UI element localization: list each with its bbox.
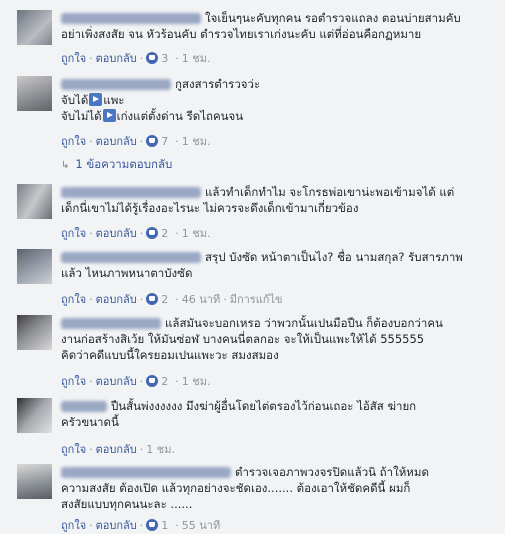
like-icon [146,135,159,147]
comment-actions: ถูกใจ · ตอบกลับ · 7 · 1 ชม. [61,135,211,148]
avatar[interactable] [17,10,52,45]
replies-count-label[interactable]: 1 ข้อความตอบกลับ [75,157,172,171]
comment-text: ตำรวจเจอภาพวงจรปิดแล้วนิ ถ้าให้หมด [235,465,429,479]
like-count[interactable]: 2 [161,375,168,388]
like-link[interactable]: ถูกใจ [61,227,86,240]
like-link[interactable]: ถูกใจ [61,135,86,148]
comment-text: แล้สมันจะบอกเหรอ ว่าพวกนั้นเปนมือปืน ก็ต… [165,316,443,330]
comment-text: แล้ว ไหนภาพหนาตาบังซัด [61,266,193,280]
avatar[interactable] [17,76,52,111]
comment-actions: ถูกใจ · ตอบกลับ · 1 ชม. [61,443,175,456]
like-link[interactable]: ถูกใจ [61,293,86,306]
like-link[interactable]: ถูกใจ [61,443,86,456]
view-replies-link[interactable]: ↳ 1 ข้อความตอบกลับ [61,156,172,174]
timestamp[interactable]: 1 ชม. [182,375,211,388]
reply-link[interactable]: ตอบกลับ [96,519,137,532]
avatar[interactable] [17,398,52,433]
timestamp[interactable]: 1 ชม. [182,52,211,65]
like-link[interactable]: ถูกใจ [61,375,86,388]
reply-arrow-icon: ↳ [61,160,70,171]
play-emoji-icon [102,109,116,122]
comment-text: แล้วทำเด็กทำไม จะโกรธพ่อเขาน่ะพอเข้ามจได… [205,185,455,199]
avatar[interactable] [17,249,52,284]
timestamp[interactable]: 46 นาที [182,293,220,306]
comment-author[interactable]: x [61,401,107,412]
comment-text: จับไม่ได้ เก่งแต่ตั้งด่าน รีดไถคนจน [61,109,244,123]
comment-text: กูสงสารตำรวจว่ะ [175,77,261,91]
comment-text: เด็กนี่เขาไม่ได้รู้เรื่องอะไรนะ ไม่ควรจะ… [61,201,359,215]
reply-link[interactable]: ตอบกลับ [96,375,137,388]
like-count[interactable]: 7 [161,135,168,148]
timestamp[interactable]: 1 ชม. [182,227,211,240]
like-count[interactable]: 1 [161,519,168,532]
like-link[interactable]: ถูกใจ [61,519,86,532]
edited-label[interactable]: มีการแก้ไข [230,293,283,306]
comment-author[interactable]: x [61,13,201,24]
comment-text: ใจเย็นๆนะคับทุกคน รอตำรวจแถลง ตอนบ่ายสาม… [205,11,461,25]
avatar[interactable] [17,315,52,350]
like-icon [146,519,159,531]
comment-text: อย่าเพิ่งสงสัย จน หัวร้อนคับ ตำรวจไทยเรา… [61,27,422,41]
avatar[interactable] [17,184,52,219]
reply-link[interactable]: ตอบกลับ [96,227,137,240]
like-icon [146,375,159,387]
like-count[interactable]: 2 [161,227,168,240]
comment-author[interactable]: x [61,79,171,90]
reply-link[interactable]: ตอบกลับ [96,293,137,306]
comment-text: สรุป บังซัด หน้าตาเป็นไง? ชื่อ นามสกุล? … [205,250,463,264]
like-link[interactable]: ถูกใจ [61,52,86,65]
comment-author[interactable]: x [61,252,201,263]
timestamp[interactable]: 55 นาที [182,519,220,532]
like-icon [146,227,159,239]
comment-actions: ถูกใจ · ตอบกลับ · 3 · 1 ชม. [61,52,211,65]
comment-actions: ถูกใจ · ตอบกลับ · 2 · 1 ชม. [61,375,211,388]
comment-actions: ถูกใจ · ตอบกลับ · 2 · 1 ชม. [61,227,211,240]
reply-link[interactable]: ตอบกลับ [96,135,137,148]
like-count[interactable]: 2 [161,293,168,306]
like-icon [146,293,159,305]
comment-actions: ถูกใจ · ตอบกลับ · 2 · 46 นาที · มีการแก้ไข [61,293,283,306]
comment-text: งานก่อสร้างสิเว้ย ให้มันซ่อฬ บางคนนี่ตลก… [61,332,425,346]
comment-text: สงสัยแบบทุกคนนะละ ...... [61,497,193,511]
comment-text: คิดว่าคดีแบบนี้ใครยอมเปนแพะวะ สมงสมอง [61,348,279,362]
comment-text: ความสงสัย ต้องเปิด แล้วทุกอย่างจะชัดเอง.… [61,481,411,495]
comment-text: ปืนสั้นพ่งงงงงง มึงฆ่าผู้อื่นโดยไต่ตรองไ… [111,399,417,413]
comment-author[interactable]: x [61,467,231,478]
comment-author[interactable]: x [61,187,201,198]
reply-link[interactable]: ตอบกลับ [96,443,137,456]
comment-text: ครัวขนาดนี้ [61,415,119,429]
timestamp[interactable]: 1 ชม. [182,135,211,148]
comment-text: จับได้ แพะ [61,93,125,107]
like-icon [146,52,159,64]
comment-actions: ถูกใจ · ตอบกลับ · 1 · 55 นาที [61,519,221,532]
like-count[interactable]: 3 [161,52,168,65]
play-emoji-icon [89,93,103,106]
timestamp[interactable]: 1 ชม. [146,443,175,456]
reply-link[interactable]: ตอบกลับ [96,52,137,65]
avatar[interactable] [17,464,52,499]
comment-author[interactable]: x [61,318,161,329]
